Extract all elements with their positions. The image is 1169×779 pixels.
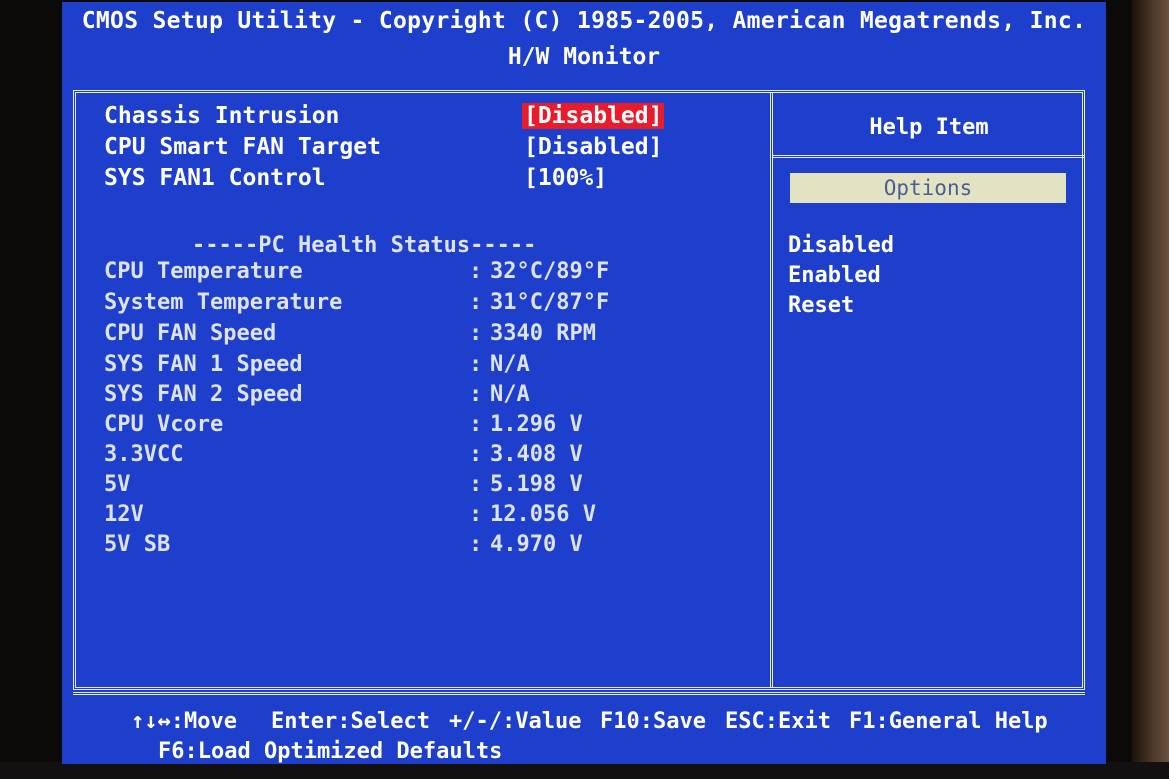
bios-screen: CMOS Setup Utility - Copyright (C) 1985-… <box>62 2 1106 764</box>
health-value: N/A <box>490 352 530 377</box>
help-header-divider <box>773 155 1085 158</box>
setting-label: Chassis Intrusion <box>104 103 340 129</box>
health-separator: : <box>469 442 483 467</box>
health-value: 3.408 V <box>490 442 583 467</box>
health-value: 3340 RPM <box>490 321 596 346</box>
monitor-bezel-right <box>1132 0 1169 779</box>
health-separator: : <box>469 472 483 497</box>
key-load-defaults: F6:Load Optimized Defaults <box>158 739 503 764</box>
setting-chassis-intrusion[interactable]: Chassis Intrusion [Disabled] <box>104 103 665 129</box>
setting-value[interactable]: [Disabled] <box>524 134 662 160</box>
setting-sys-fan1-control[interactable]: SYS FAN1 Control [100%] <box>104 165 607 191</box>
health-value: 4.970 V <box>490 532 583 557</box>
health-separator: : <box>469 290 483 315</box>
health-value: 5.198 V <box>490 472 583 497</box>
utility-title: CMOS Setup Utility - Copyright (C) 1985-… <box>81 8 1087 34</box>
option-disabled[interactable]: Disabled <box>788 233 894 258</box>
options-header: Options <box>790 173 1066 203</box>
key-move: ↑↓↔:Move <box>131 709 237 734</box>
option-enabled[interactable]: Enabled <box>788 263 881 288</box>
option-reset[interactable]: Reset <box>788 293 854 318</box>
key-value: +/-/:Value <box>449 709 582 734</box>
key-save: F10:Save <box>600 709 706 734</box>
monitor-bezel-bottom <box>0 762 1169 779</box>
health-label: CPU Vcore <box>104 412 224 437</box>
health-label: SYS FAN 2 Speed <box>104 382 303 407</box>
setting-cpu-smart-fan-target[interactable]: CPU Smart FAN Target [Disabled] <box>104 134 662 160</box>
page-title: H/W Monitor <box>507 44 661 70</box>
health-separator: : <box>469 259 483 284</box>
setting-label: CPU Smart FAN Target <box>104 134 381 160</box>
help-item-title: Help Item <box>869 115 989 140</box>
pc-health-heading: -----PC Health Status----- <box>192 233 537 258</box>
health-label: System Temperature <box>104 290 343 315</box>
health-separator: : <box>469 502 483 527</box>
setting-label: SYS FAN1 Control <box>104 165 326 191</box>
health-label: 3.3VCC <box>104 442 184 467</box>
title-bar: CMOS Setup Utility - Copyright (C) 1985-… <box>62 2 1106 70</box>
panel-divider <box>770 93 773 687</box>
health-separator: : <box>469 532 483 557</box>
health-separator: : <box>469 352 483 377</box>
health-value: 31°C/87°F <box>490 290 610 315</box>
health-label: 12V <box>104 502 144 527</box>
health-separator: : <box>469 321 483 346</box>
health-label: CPU Temperature <box>104 259 303 284</box>
setting-value-selected[interactable]: [Disabled] <box>522 103 665 129</box>
health-label: SYS FAN 1 Speed <box>104 352 303 377</box>
health-label: 5V <box>104 472 131 497</box>
health-label: CPU FAN Speed <box>104 321 277 346</box>
key-help-bar: ↑↓↔:Move Enter:Select +/-/:Value F10:Sav… <box>73 692 1085 764</box>
main-panel: Chassis Intrusion [Disabled] CPU Smart F… <box>73 90 1085 690</box>
setting-value[interactable]: [100%] <box>524 165 607 191</box>
key-general-help: F1:General Help <box>849 709 1048 734</box>
health-value: 32°C/89°F <box>490 259 610 284</box>
health-label: 5V SB <box>104 532 171 557</box>
health-value: N/A <box>490 382 530 407</box>
key-exit: ESC:Exit <box>725 709 831 734</box>
health-separator: : <box>469 412 483 437</box>
key-select: Enter:Select <box>271 709 430 734</box>
health-value: 1.296 V <box>490 412 583 437</box>
health-separator: : <box>469 382 483 407</box>
health-value: 12.056 V <box>490 502 596 527</box>
